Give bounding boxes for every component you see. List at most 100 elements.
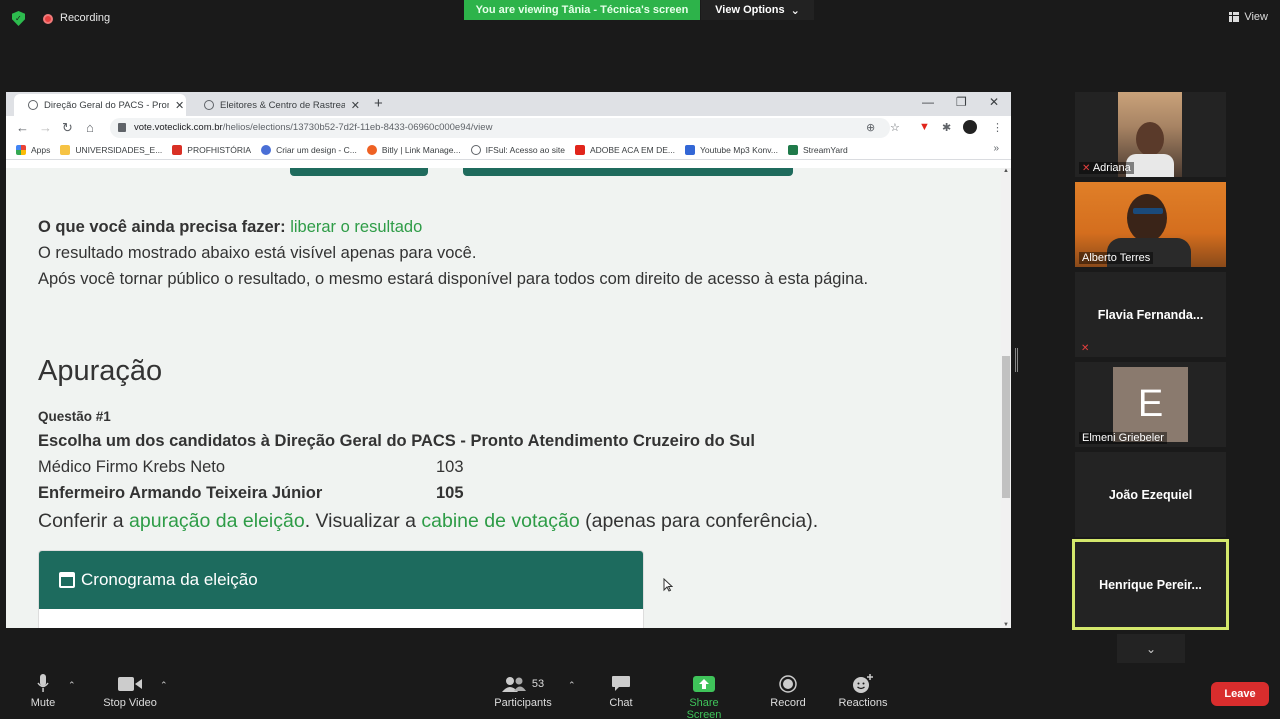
bookmarks-bar: Apps UNIVERSIDADES_E... PROFHISTÓRIA Cri…	[6, 140, 1011, 160]
scrollbar-thumb[interactable]	[1002, 356, 1010, 498]
election-tally-link[interactable]: apuração da eleição	[129, 510, 305, 532]
participant-name: ✕ Adriana	[1079, 162, 1134, 174]
participant-tile-flavia[interactable]: Flavia Fernanda... ✕	[1075, 272, 1226, 357]
view-label: View	[1244, 11, 1268, 23]
url-text: vote.voteclick.com.br/helios/elections/1…	[134, 122, 493, 133]
close-tab-icon[interactable]: ✕	[351, 99, 360, 112]
view-options-button[interactable]: View Options ⌄	[701, 0, 814, 20]
close-tab-icon[interactable]: ✕	[175, 99, 184, 112]
lock-icon	[118, 123, 126, 132]
record-icon	[768, 674, 808, 694]
bookmark-adobe[interactable]: ADOBE ACA EM DE...	[574, 144, 675, 155]
section-title: Apuração	[38, 355, 163, 387]
publish-note: Após você tornar público o resultado, o …	[38, 270, 869, 288]
more-bookmarks-icon[interactable]: »	[993, 143, 999, 154]
page-button-partial[interactable]	[290, 168, 428, 176]
chevron-up-icon[interactable]: ⌃	[568, 680, 576, 691]
record-button[interactable]: Record	[768, 674, 808, 709]
folder-icon	[60, 144, 71, 155]
recording-label: Recording	[60, 12, 111, 24]
chevron-up-icon[interactable]: ⌃	[68, 680, 76, 691]
back-icon[interactable]: ←	[16, 120, 29, 135]
reload-icon[interactable]: ↻	[62, 120, 73, 136]
bookmark-ifsul[interactable]: IFSul: Acesso ao site	[470, 144, 565, 155]
smiley-plus-icon	[837, 674, 889, 694]
participant-tile-henrique[interactable]: Henrique Pereir...	[1072, 539, 1229, 630]
participant-tile-adriana[interactable]: ✕ Adriana	[1075, 92, 1226, 177]
menu-kebab-icon[interactable]: ⋮	[992, 121, 1003, 134]
election-schedule-panel: Cronograma da eleição	[38, 550, 644, 628]
todo-line: O que você ainda precisa fazer: liberar …	[38, 218, 422, 237]
zoom-icon[interactable]: ⊕	[866, 121, 875, 134]
minimize-icon[interactable]: —	[922, 95, 934, 109]
extension-pocket-icon[interactable]: ▼	[919, 121, 930, 133]
home-icon[interactable]: ⌂	[86, 120, 94, 135]
muted-mic-icon: ✕	[1081, 343, 1090, 354]
participant-name: Henrique Pereir...	[1099, 577, 1202, 592]
browser-toolbar: ← → ↻ ⌂ vote.voteclick.com.br/helios/ele…	[6, 116, 1011, 140]
extensions-puzzle-icon[interactable]: ✱	[942, 121, 951, 134]
participant-tile-alberto[interactable]: Alberto Terres	[1075, 182, 1226, 267]
chevron-up-icon[interactable]: ⌃	[160, 680, 168, 691]
bookmark-youtube-mp3[interactable]: Youtube Mp3 Konv...	[685, 144, 778, 155]
participant-tile-elmeni[interactable]: E Elmeni Griebeler	[1075, 362, 1226, 447]
schedule-header: Cronograma da eleição	[39, 551, 643, 609]
candidate-name: Médico Firmo Krebs Neto	[38, 458, 226, 476]
forward-icon[interactable]: →	[39, 120, 52, 135]
participants-icon: 53	[493, 674, 553, 694]
muted-mic-icon: ✕	[1082, 163, 1091, 174]
h-logo-icon	[172, 144, 183, 155]
candidate-votes: 103	[436, 458, 464, 476]
browser-tab-strip: Direção Geral do PACS - Pronto Atendimen…	[6, 92, 1011, 116]
participants-button[interactable]: 53 Participants	[493, 674, 553, 709]
calendar-icon	[59, 572, 75, 588]
browser-tab-active[interactable]: Direção Geral do PACS - Pronto Atendimen…	[14, 94, 186, 116]
view-button[interactable]: View	[1229, 11, 1268, 23]
canva-icon	[261, 144, 272, 155]
stop-video-button[interactable]: Stop Video	[101, 674, 159, 709]
glasses-icon	[1133, 208, 1163, 214]
question-label: Questão #1	[38, 409, 111, 424]
star-icon[interactable]: ☆	[890, 121, 900, 134]
chat-button[interactable]: Chat	[606, 674, 636, 709]
apps-grid-icon	[16, 144, 26, 155]
browser-tab-inactive[interactable]: Eleitores & Centro de Rastreamento ✕	[190, 94, 360, 116]
microphone-icon	[29, 674, 57, 694]
bookmark-profhistoria[interactable]: PROFHISTÓRIA	[172, 144, 251, 155]
share-screen-button[interactable]: Share Screen	[671, 674, 737, 719]
close-window-icon[interactable]: ✕	[989, 95, 999, 109]
scroll-up-icon[interactable]: ▲	[1003, 168, 1009, 174]
mouse-cursor-icon	[663, 578, 673, 592]
participants-count: 53	[531, 678, 545, 690]
profile-avatar[interactable]	[963, 120, 977, 134]
new-tab-icon[interactable]: +	[374, 95, 383, 112]
panel-resize-handle[interactable]	[1015, 348, 1018, 372]
chevron-down-icon: ⌄	[790, 4, 800, 17]
voting-booth-link[interactable]: cabine de votação	[421, 510, 579, 532]
shared-browser-window: Direção Geral do PACS - Pronto Atendimen…	[6, 92, 1011, 628]
bookmark-apps[interactable]: Apps	[16, 144, 50, 155]
release-result-link[interactable]: liberar o resultado	[290, 218, 422, 236]
mute-button[interactable]: Mute	[29, 674, 57, 709]
bookmark-canva[interactable]: Criar um design - C...	[261, 144, 357, 155]
bookmark-streamyard[interactable]: StreamYard	[787, 144, 848, 155]
bitly-icon	[366, 144, 377, 155]
streamyard-icon	[787, 144, 798, 155]
leave-button[interactable]: Leave	[1211, 682, 1269, 706]
tab-title: Eleitores & Centro de Rastreamento	[220, 99, 345, 111]
restore-icon[interactable]: ❐	[956, 95, 967, 109]
visibility-note: O resultado mostrado abaixo está visível…	[38, 244, 477, 262]
scroll-down-icon[interactable]: ▼	[1003, 622, 1009, 628]
tab-title: Direção Geral do PACS - Pronto Atendimen…	[44, 99, 169, 111]
page-button-partial[interactable]	[463, 168, 793, 176]
reactions-button[interactable]: Reactions	[837, 674, 889, 709]
page-scrollbar[interactable]: ▲ ▼	[1001, 168, 1011, 628]
question-text: Escolha um dos candidatos à Direção Gera…	[38, 432, 755, 450]
video-camera-icon	[101, 674, 159, 694]
chevron-down-icon[interactable]: ⌄	[1117, 634, 1185, 663]
check-icon: ✓	[15, 14, 22, 23]
bookmark-universidades[interactable]: UNIVERSIDADES_E...	[60, 144, 162, 155]
bookmark-bitly[interactable]: Bitly | Link Manage...	[366, 144, 461, 155]
participant-tile-joao[interactable]: João Ezequiel	[1075, 452, 1226, 537]
address-bar[interactable]: vote.voteclick.com.br/helios/elections/1…	[110, 118, 890, 138]
